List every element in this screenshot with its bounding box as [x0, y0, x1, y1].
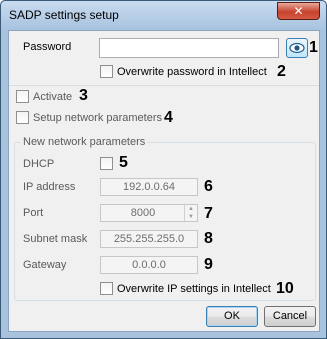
- gateway-input[interactable]: 0.0.0.0: [100, 256, 198, 274]
- separator: [9, 85, 319, 86]
- port-label: Port: [23, 207, 44, 219]
- port-stepper[interactable]: 8000 ▲ ▼: [100, 204, 198, 222]
- spin-up-icon[interactable]: ▲: [185, 205, 197, 213]
- annotation-2: 2: [277, 63, 286, 80]
- settings-dialog: SADP settings setup ✕ Password 1 Overwri…: [0, 0, 327, 339]
- title-bar[interactable]: SADP settings setup ✕: [1, 1, 326, 29]
- overwrite-ip-label: Overwrite IP settings in Intellect: [117, 283, 271, 295]
- password-input[interactable]: [99, 38, 279, 58]
- annotation-8: 8: [204, 230, 213, 247]
- eye-icon: [289, 42, 305, 54]
- cancel-button[interactable]: Cancel: [264, 306, 316, 327]
- close-button[interactable]: ✕: [277, 2, 320, 20]
- annotation-10: 10: [276, 280, 294, 297]
- close-icon: ✕: [293, 4, 304, 18]
- annotation-6: 6: [204, 178, 213, 195]
- annotation-9: 9: [204, 256, 213, 273]
- dialog-body: Password 1 Overwrite password in Intelle…: [8, 30, 320, 332]
- network-group-title: New network parameters: [21, 136, 148, 148]
- show-password-button[interactable]: [286, 38, 308, 58]
- window-title: SADP settings setup: [9, 8, 119, 22]
- gateway-label: Gateway: [23, 259, 67, 271]
- dhcp-checkbox[interactable]: [100, 157, 113, 170]
- overwrite-ip-checkbox[interactable]: [100, 282, 113, 295]
- activate-label: Activate: [33, 91, 73, 103]
- dhcp-label: DHCP: [23, 158, 55, 170]
- port-value: 8000: [130, 207, 156, 219]
- annotation-4: 4: [164, 109, 173, 126]
- port-spin-buttons[interactable]: ▲ ▼: [184, 205, 197, 221]
- ip-address-input[interactable]: 192.0.0.64: [100, 178, 198, 196]
- overwrite-password-checkbox[interactable]: [100, 65, 113, 78]
- spin-down-icon[interactable]: ▼: [185, 213, 197, 221]
- annotation-1: 1: [309, 39, 318, 56]
- setup-network-checkbox[interactable]: [16, 111, 29, 124]
- ip-address-label: IP address: [23, 181, 76, 193]
- annotation-7: 7: [204, 205, 213, 222]
- activate-checkbox[interactable]: [16, 90, 29, 103]
- annotation-3: 3: [79, 87, 88, 104]
- password-label: Password: [23, 41, 72, 53]
- overwrite-password-label: Overwrite password in Intellect: [117, 66, 267, 78]
- setup-network-label: Setup network parameters: [33, 112, 163, 124]
- annotation-5: 5: [119, 154, 128, 171]
- subnet-mask-label: Subnet mask: [23, 233, 88, 245]
- subnet-mask-input[interactable]: 255.255.255.0: [100, 230, 198, 248]
- ok-button[interactable]: OK: [206, 306, 258, 327]
